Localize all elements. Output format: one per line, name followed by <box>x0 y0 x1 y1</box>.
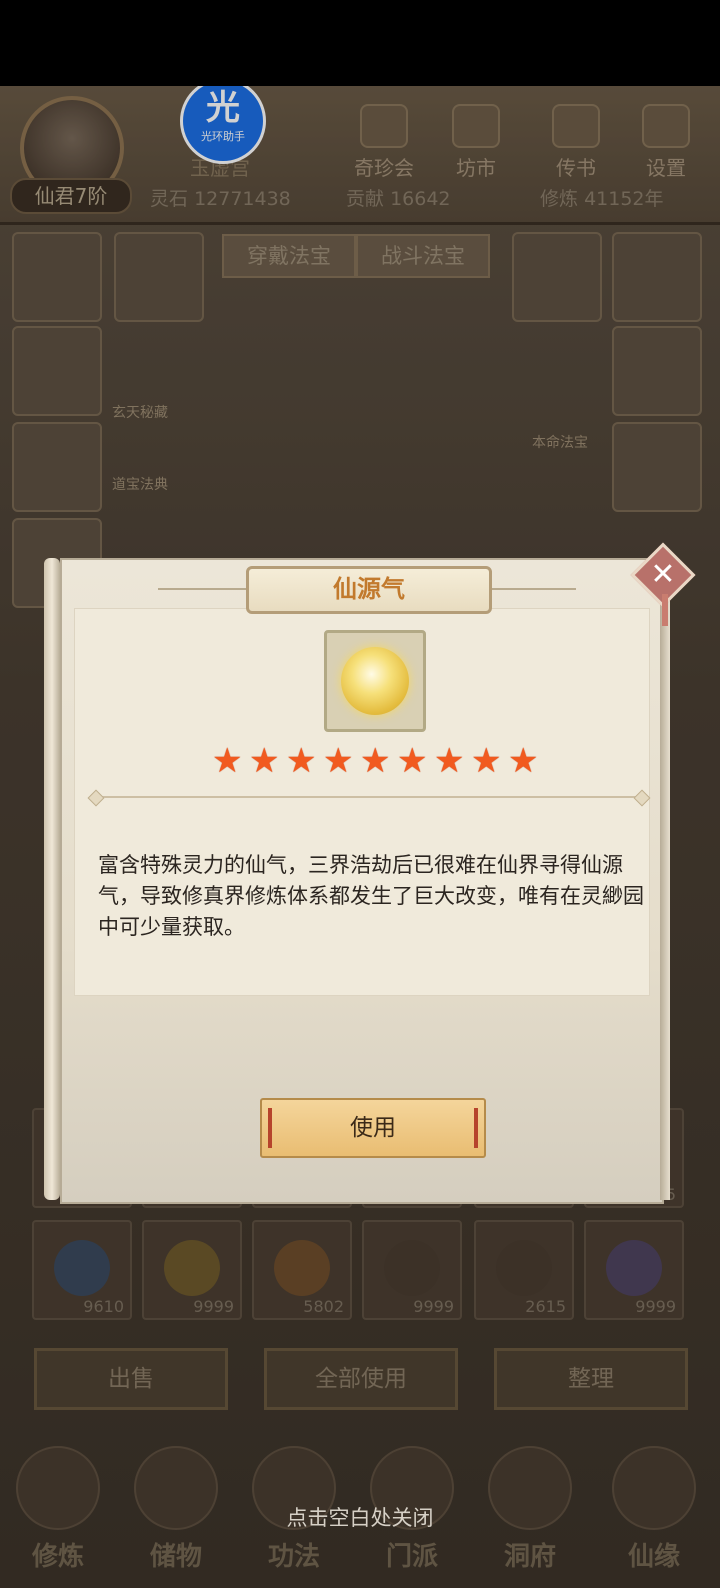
title-ornament-line <box>158 588 246 590</box>
star-icon: ★ <box>249 741 280 781</box>
game-screen: 仙君7阶 玉虚宫 光 光环助手 奇珍会 坊市 传书 设置 灵石 12771438… <box>0 86 720 1588</box>
close-icon: ✕ <box>650 557 676 592</box>
scroll-rod-right <box>660 558 670 1200</box>
glowing-orb-icon <box>341 647 409 715</box>
button-ornament <box>268 1108 272 1148</box>
star-icon: ★ <box>434 741 465 781</box>
button-ornament <box>474 1108 478 1148</box>
item-star-rating: ★ ★ ★ ★ ★ ★ ★ ★ ★ <box>212 744 542 780</box>
divider <box>96 796 642 798</box>
item-description: 富含特殊灵力的仙气，三界浩劫后已很难在仙界寻得仙源气，导致修真界修炼体系都发生了… <box>98 853 644 939</box>
use-button[interactable]: 使用 <box>260 1098 486 1158</box>
title-ornament-line <box>486 588 576 590</box>
star-icon: ★ <box>508 741 539 781</box>
scroll-rod-left <box>44 558 60 1200</box>
star-icon: ★ <box>212 741 243 781</box>
item-detail-dialog: 仙源气 ★ ★ ★ ★ ★ ★ ★ ★ ★ 富含特殊灵力的仙气，三界浩劫后已很难… <box>44 542 696 1204</box>
status-bar <box>0 0 720 86</box>
star-icon: ★ <box>397 741 428 781</box>
dialog-title: 仙源气 <box>246 566 492 614</box>
star-icon: ★ <box>360 741 391 781</box>
tassel-decoration <box>662 594 668 626</box>
star-icon: ★ <box>323 741 354 781</box>
star-icon: ★ <box>286 741 317 781</box>
star-icon: ★ <box>471 741 502 781</box>
item-icon <box>324 630 426 732</box>
use-button-label: 使用 <box>350 1115 396 1141</box>
close-hint: 点击空白处关闭 <box>286 1506 434 1530</box>
dialog-panel: 仙源气 ★ ★ ★ ★ ★ ★ ★ ★ ★ 富含特殊灵力的仙气，三界浩劫后已很难… <box>60 558 664 1204</box>
